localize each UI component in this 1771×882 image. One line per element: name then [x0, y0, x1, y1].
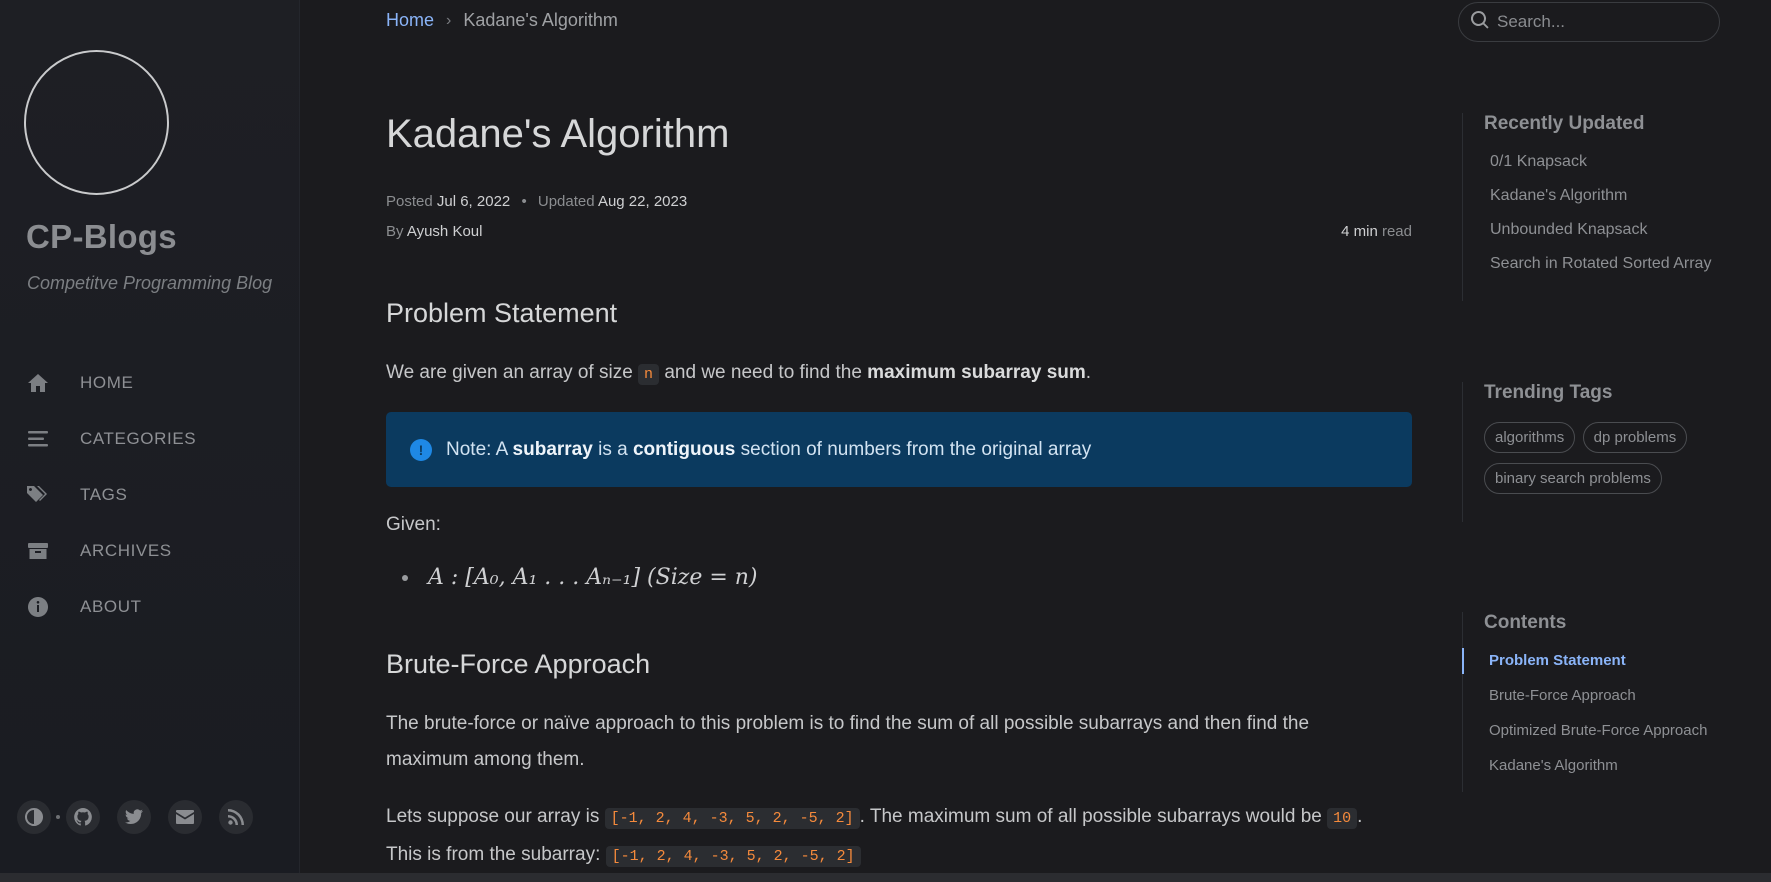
- site-subtitle: Competitve Programming Blog: [27, 273, 273, 293]
- breadcrumb-home-link[interactable]: Home: [386, 10, 434, 31]
- sidebar-item-label: TAGS: [80, 485, 128, 504]
- recently-updated-panel: Recently Updated 0/1 Knapsack Kadane's A…: [1462, 113, 1711, 301]
- toc-link-kadanes-algorithm[interactable]: Kadane's Algorithm: [1489, 757, 1707, 774]
- note-callout: ! Note: A subarray is a contiguous secti…: [386, 412, 1412, 487]
- text-span: Lets suppose our array is: [386, 806, 605, 827]
- meta-separator: •: [521, 193, 527, 210]
- sidebar-item-categories[interactable]: CATEGORIES: [26, 411, 286, 467]
- text-span: Note: A: [446, 438, 513, 460]
- posted-date: Jul 6, 2022: [436, 193, 511, 210]
- bottom-scrollbar[interactable]: [0, 873, 1771, 882]
- sidebar-item-label: HOME: [80, 373, 134, 392]
- breadcrumb-separator: ›: [446, 11, 452, 29]
- inline-code: [-1, 2, 4, -3, 5, 2, -5, 2]: [604, 808, 860, 829]
- recently-updated-heading: Recently Updated: [1484, 113, 1645, 134]
- tag-pill[interactable]: dp problems: [1582, 422, 1688, 453]
- posted-label: Posted: [386, 193, 433, 210]
- author-name[interactable]: Ayush Koul: [407, 223, 483, 240]
- twitter-icon[interactable]: [117, 800, 151, 834]
- sidebar-item-about[interactable]: ABOUT: [26, 579, 286, 635]
- text-span: is a: [592, 438, 633, 460]
- toc-heading: Contents: [1484, 612, 1567, 633]
- sidebar-item-archives[interactable]: ARCHIVES: [26, 523, 286, 579]
- text-span: and we need to find the: [659, 362, 868, 383]
- recent-post-link[interactable]: Search in Rotated Sorted Array: [1490, 255, 1711, 273]
- breadcrumb-current: Kadane's Algorithm: [463, 10, 618, 30]
- home-icon: [26, 371, 50, 395]
- recent-post-link[interactable]: 0/1 Knapsack: [1490, 153, 1711, 171]
- sidebar: CP-Blogs Competitve Programming Blog HOM…: [0, 0, 300, 873]
- divider-dot: [56, 815, 60, 819]
- read-time: 4 min read: [1341, 223, 1412, 240]
- toc-link-optimized-brute-force[interactable]: Optimized Brute-Force Approach: [1489, 722, 1707, 739]
- recent-post-link[interactable]: Kadane's Algorithm: [1490, 187, 1711, 205]
- problem-paragraph: We are given an array of size n and we n…: [386, 355, 1091, 393]
- inline-code: n: [638, 364, 660, 385]
- toc-link-brute-force[interactable]: Brute-Force Approach: [1489, 687, 1707, 704]
- math-expression: A : [A₀, A₁ . . . Aₙ₋₁] (Size = n): [428, 565, 758, 590]
- brute-force-paragraph: The brute-force or naïve approach to thi…: [386, 713, 1310, 770]
- tag-pill[interactable]: binary search problems: [1484, 463, 1662, 494]
- rss-icon[interactable]: [219, 800, 253, 834]
- read-time-value: 4 min: [1341, 223, 1378, 240]
- bold-text: subarray: [512, 438, 593, 460]
- sidebar-item-label: CATEGORIES: [80, 429, 197, 448]
- sidebar-item-tags[interactable]: TAGS: [26, 467, 286, 523]
- search-icon: [1470, 10, 1497, 34]
- recent-post-link[interactable]: Unbounded Knapsack: [1490, 221, 1711, 239]
- sidebar-item-home[interactable]: HOME: [26, 355, 286, 411]
- bold-text: contiguous: [632, 438, 736, 460]
- toc-panel: Contents Problem Statement Brute-Force A…: [1461, 612, 1707, 792]
- text-span: section of numbers from the original arr…: [735, 438, 1092, 460]
- post-author: By Ayush Koul: [386, 223, 482, 240]
- post-dates: Posted Jul 6, 2022 • Updated Aug 22, 202…: [386, 193, 687, 210]
- archive-icon: [26, 539, 50, 563]
- theme-toggle-icon[interactable]: [17, 800, 51, 834]
- sidebar-bottom: [17, 800, 270, 834]
- sidebar-item-label: ARCHIVES: [80, 541, 172, 560]
- by-label: By: [386, 223, 404, 240]
- note-text: Note: A subarray is a contiguous section…: [446, 439, 1091, 461]
- trending-tags-panel: Trending Tags algorithms dp problems bin…: [1462, 382, 1712, 522]
- avatar[interactable]: [24, 50, 169, 195]
- site-title[interactable]: CP-Blogs: [26, 218, 177, 256]
- example-paragraph: Lets suppose our array is [-1, 2, 4, -3,…: [386, 799, 1362, 875]
- github-icon[interactable]: [66, 800, 100, 834]
- search-input[interactable]: [1497, 12, 1697, 32]
- text-span: .: [1085, 362, 1092, 383]
- math-list-item: A : [A₀, A₁ . . . Aₙ₋₁] (Size = n): [402, 565, 758, 590]
- tags-icon: [26, 483, 50, 507]
- inline-code: 10: [1327, 808, 1358, 829]
- toc-link-problem-statement[interactable]: Problem Statement: [1461, 648, 1707, 674]
- email-icon[interactable]: [168, 800, 202, 834]
- search-box[interactable]: [1458, 2, 1720, 42]
- sidebar-item-label: ABOUT: [80, 597, 142, 616]
- text-span: .: [1357, 806, 1363, 827]
- info-icon: !: [410, 438, 432, 461]
- read-time-label: read: [1381, 223, 1412, 240]
- heading-brute-force: Brute-Force Approach: [386, 649, 651, 679]
- heading-problem-statement: Problem Statement: [386, 298, 618, 328]
- updated-date: Aug 22, 2023: [597, 193, 688, 210]
- sidebar-nav: HOME CATEGORIES TAGS ARCHIVES ABOUT: [26, 355, 286, 635]
- text-span: We are given an array of size: [386, 362, 639, 383]
- text-span: This is from the subarray:: [386, 844, 606, 865]
- text-span: . The maximum sum of all possible subarr…: [859, 806, 1328, 827]
- info-circle-icon: [26, 595, 50, 619]
- updated-label: Updated: [537, 193, 595, 210]
- stream-icon: [26, 427, 50, 451]
- given-label: Given:: [386, 514, 441, 535]
- trending-tags-heading: Trending Tags: [1484, 382, 1613, 403]
- breadcrumb: Home › Kadane's Algorithm: [386, 10, 618, 31]
- tag-pill[interactable]: algorithms: [1484, 422, 1576, 453]
- inline-code: [-1, 2, 4, -3, 5, 2, -5, 2]: [605, 846, 861, 867]
- list-bullet: [402, 574, 408, 581]
- page-title: Kadane's Algorithm: [386, 112, 730, 156]
- bold-text: maximum subarray sum: [867, 362, 1086, 383]
